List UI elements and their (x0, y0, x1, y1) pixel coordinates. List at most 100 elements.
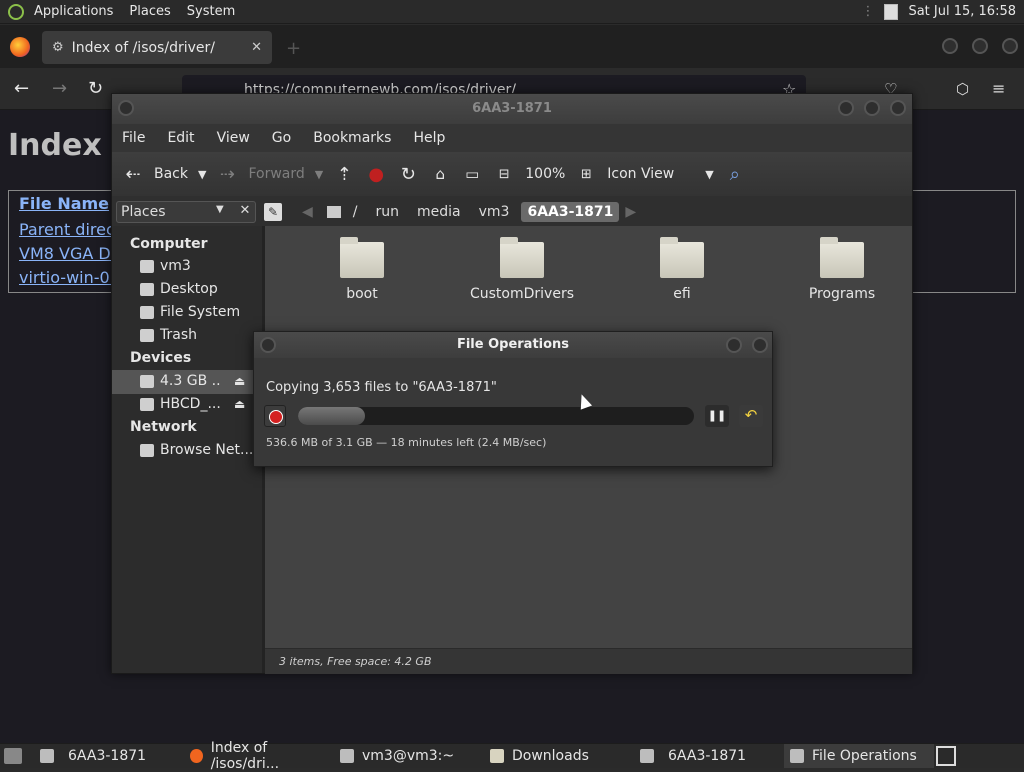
sidebar-head-computer: Computer (130, 236, 208, 252)
breadcrumb-left-icon[interactable]: ◀ (302, 204, 313, 220)
task-downloads[interactable]: Downloads (484, 744, 634, 768)
sidebar-close-icon[interactable]: ✕ (234, 201, 256, 223)
zoom-out-icon[interactable]: ⊟ (493, 167, 515, 182)
link-virtio-win[interactable]: virtio-win-0.1 (19, 268, 125, 287)
menu-bookmarks[interactable]: Bookmarks (313, 130, 391, 146)
forward-icon[interactable]: ⇢ (216, 164, 238, 185)
calendar-icon[interactable] (884, 3, 899, 20)
window-title[interactable]: 6AA3-1871 (112, 94, 912, 124)
folder-label: Programs (808, 286, 876, 302)
maximize-icon[interactable] (864, 100, 880, 116)
drive-icon (140, 397, 154, 411)
task-firefox[interactable]: Index of /isos/dri... (184, 740, 334, 772)
menu-view[interactable]: View (217, 130, 250, 146)
view-mode-select[interactable]: Icon View (607, 166, 695, 182)
tab-close-icon[interactable]: ✕ (251, 40, 262, 55)
pause-button[interactable]: ❚❚ (705, 405, 729, 427)
folder-item-boot[interactable]: boot (302, 237, 422, 302)
up-icon[interactable]: ⇡ (333, 164, 355, 185)
back-arrow-icon[interactable]: ← (14, 78, 29, 99)
menu-places[interactable]: Places (121, 4, 178, 19)
zoom-in-icon[interactable]: ⊞ (575, 167, 597, 182)
filesystem-icon (140, 305, 154, 319)
crumb-root[interactable]: / (347, 202, 364, 222)
back-icon[interactable]: ⇠ (122, 164, 144, 185)
minimize-icon[interactable] (838, 100, 854, 116)
sidebar-item-label: Browse Net... (160, 442, 254, 458)
sidebar-item-trash[interactable]: Trash (140, 327, 258, 343)
link-parent-directory[interactable]: Parent direct (19, 220, 121, 239)
clock[interactable]: Sat Jul 15, 16:58 (908, 4, 1016, 19)
eject-icon[interactable]: ⏏ (234, 374, 245, 388)
undo-icon[interactable]: ↶ (739, 405, 763, 427)
task-nautilus-6aa3-2[interactable]: 6AA3-1871 (634, 744, 784, 768)
sidebar-item-vm3[interactable]: vm3 (140, 258, 258, 274)
bottom-taskbar: 6AA3-1871 Index of /isos/dri... vm3@vm3:… (0, 740, 1024, 772)
task-terminal[interactable]: vm3@vm3:~ (334, 744, 484, 768)
sidebar-item-desktop[interactable]: Desktop (140, 281, 258, 297)
reload-icon[interactable]: ↻ (88, 78, 103, 99)
close-icon[interactable] (890, 100, 906, 116)
crumb-vm3[interactable]: vm3 (473, 202, 516, 222)
task-label: Index of /isos/dri... (210, 740, 280, 772)
reload-icon[interactable]: ↻ (397, 164, 419, 185)
stop-icon[interactable]: ● (365, 164, 387, 185)
task-nautilus-6aa3[interactable]: 6AA3-1871 (34, 744, 184, 768)
home-icon[interactable]: ⌂ (429, 165, 451, 183)
menu-system[interactable]: System (179, 4, 243, 19)
workspace-switcher-icon[interactable] (936, 746, 956, 766)
folder-label: boot (346, 286, 378, 302)
menu-edit[interactable]: Edit (167, 130, 194, 146)
computer-icon[interactable]: ▭ (461, 165, 483, 183)
forward-dropdown-icon[interactable]: ▼ (315, 168, 323, 181)
folder-item-programs[interactable]: Programs (782, 237, 902, 302)
ff-maximize-icon[interactable] (972, 38, 988, 54)
menu-applications[interactable]: Applications (26, 4, 121, 19)
dialog-title[interactable]: File Operations (254, 332, 772, 358)
window-menu-icon[interactable] (118, 100, 134, 116)
dialog-minimize-icon[interactable] (726, 337, 742, 353)
sidebar-item-filesystem[interactable]: File System (140, 304, 258, 320)
places-dropdown-icon[interactable]: ▼ (216, 204, 224, 215)
menu-file[interactable]: File (122, 130, 145, 146)
task-label: Downloads (512, 748, 589, 764)
toolbar: ⇠ Back ▼ ⇢ Forward ▼ ⇡ ● ↻ ⌂ ▭ ⊟ 100% ⊞ … (112, 152, 912, 196)
eject-icon[interactable]: ⏏ (234, 397, 245, 411)
cancel-copy-button[interactable] (264, 405, 286, 427)
new-tab-icon[interactable]: + (286, 38, 301, 59)
home-folder-icon (140, 259, 154, 273)
firefox-tab[interactable]: ⚙ Index of /isos/driver/ ✕ (42, 31, 272, 64)
gnome-logo-icon[interactable] (8, 3, 24, 20)
breadcrumb-right-icon[interactable]: ▶ (625, 204, 636, 220)
dialog-menu-icon[interactable] (260, 337, 276, 353)
folder-item-customdrivers[interactable]: CustomDrivers (462, 237, 582, 302)
back-button[interactable]: Back (154, 166, 188, 182)
forward-arrow-icon[interactable]: → (52, 78, 67, 99)
copy-progress-bar (298, 407, 694, 425)
show-desktop-icon[interactable] (4, 748, 22, 764)
extensions-icon[interactable]: ⬡ (956, 80, 969, 98)
trash-icon (140, 328, 154, 342)
dialog-close-icon[interactable] (752, 337, 768, 353)
folder-item-efi[interactable]: efi (622, 237, 742, 302)
menu-help[interactable]: Help (413, 130, 445, 146)
hamburger-menu-icon[interactable]: ≡ (992, 79, 1005, 98)
menu-go[interactable]: Go (272, 130, 291, 146)
breadcrumb-drive-icon[interactable] (326, 206, 341, 218)
task-label: 6AA3-1871 (68, 748, 147, 764)
task-file-operations[interactable]: File Operations (784, 744, 934, 768)
drive-icon (140, 374, 154, 388)
sidebar-item-browse-network[interactable]: Browse Net... (140, 442, 258, 458)
crumb-media[interactable]: media (411, 202, 467, 222)
ff-close-icon[interactable] (1002, 38, 1018, 54)
back-dropdown-icon[interactable]: ▼ (198, 168, 206, 181)
crumb-current[interactable]: 6AA3-1871 (521, 202, 620, 222)
edit-location-icon[interactable]: ✎ (264, 203, 282, 221)
forward-button[interactable]: Forward (248, 166, 304, 182)
crumb-run[interactable]: run (370, 202, 406, 222)
link-vm8-vga[interactable]: VM8 VGA Dr (19, 244, 117, 263)
ff-minimize-icon[interactable] (942, 38, 958, 54)
search-icon[interactable]: ⌕ (724, 164, 746, 185)
view-mode-dropdown-icon[interactable]: ▼ (705, 168, 713, 181)
column-header-filename[interactable]: File Name (19, 194, 109, 213)
